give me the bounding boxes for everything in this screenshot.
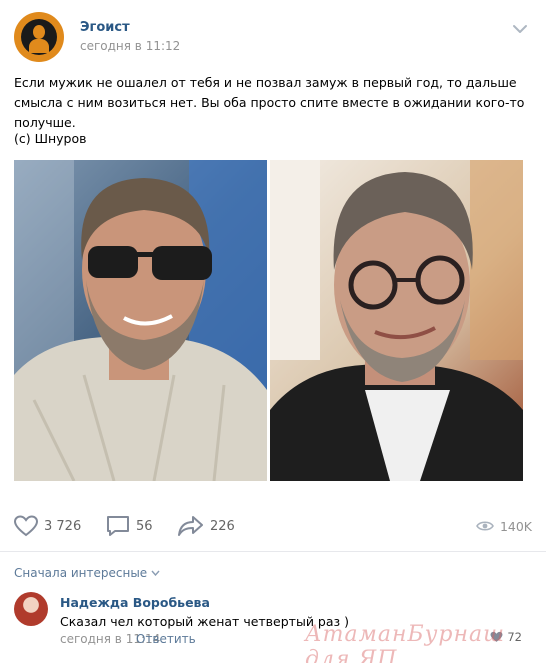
photo-sunglasses-illustration (14, 160, 267, 481)
chevron-down-icon[interactable] (512, 24, 528, 34)
post-time[interactable]: сегодня в 11:12 (80, 39, 180, 53)
eye-icon (476, 521, 494, 531)
heart-icon (14, 515, 38, 537)
likes-count: 3 726 (44, 518, 82, 534)
post-quote: (с) Шнуров (14, 131, 87, 146)
post-text: Если мужик не ошалел от тебя и не позвал… (14, 75, 525, 130)
watermark: АтаманБурнаш для ЯП (305, 622, 505, 663)
views-count: 140K (499, 518, 532, 534)
photo-glasses-illustration (270, 160, 523, 481)
comments-count: 56 (136, 518, 153, 534)
post-card: Эгоист сегодня в 11:12 Если мужик не оша… (0, 0, 546, 663)
post-actions: 3 726 56 226 140K (14, 512, 532, 540)
chevron-down-icon (151, 570, 160, 576)
commenter-name[interactable]: Надежда Воробьева (60, 595, 210, 610)
author-name[interactable]: Эгоист (80, 20, 130, 35)
shares-count: 226 (210, 518, 235, 534)
post-header: Эгоист сегодня в 11:12 (14, 12, 534, 64)
reply-link[interactable]: Ответить (136, 632, 196, 646)
photo-sunglasses[interactable] (14, 160, 267, 481)
comment-button[interactable]: 56 (106, 512, 153, 540)
divider (0, 551, 546, 552)
like-button[interactable]: 3 726 (14, 512, 81, 540)
sort-label: Сначала интересные (14, 566, 148, 580)
photo-glasses[interactable] (270, 160, 523, 481)
share-arrow-icon (178, 516, 203, 536)
comment-icon (107, 516, 129, 536)
comments-sort-dropdown[interactable]: Сначала интересные (14, 566, 160, 580)
author-avatar[interactable] (14, 12, 64, 62)
share-button[interactable]: 226 (178, 512, 235, 540)
commenter-avatar[interactable] (14, 592, 48, 626)
views-counter: 140K (476, 512, 532, 540)
